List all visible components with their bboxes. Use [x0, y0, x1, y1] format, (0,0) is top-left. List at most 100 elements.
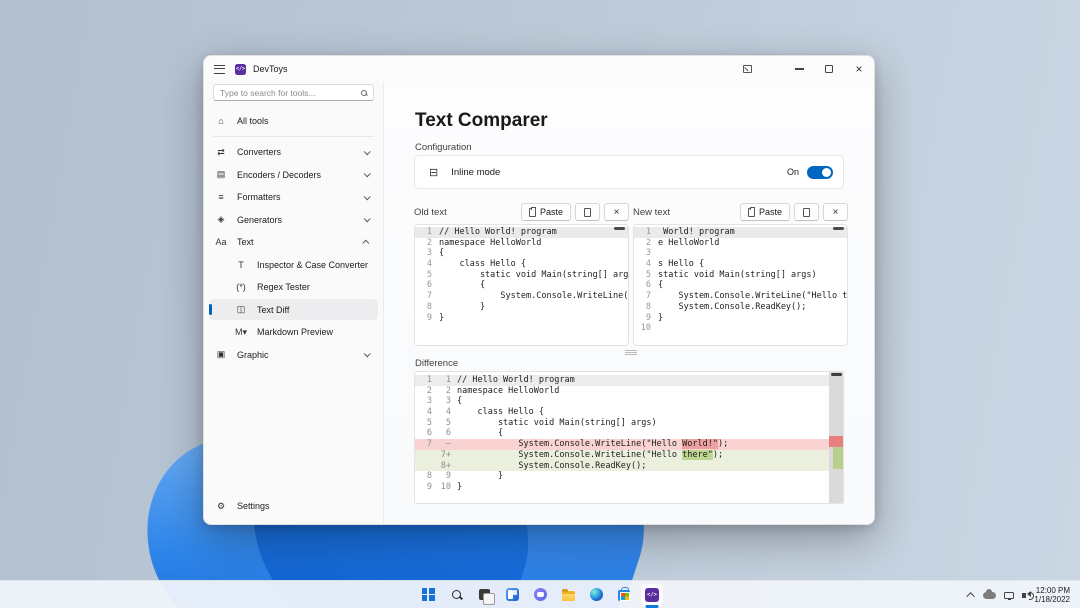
overview-ruler[interactable] — [829, 372, 843, 503]
sidebar-item-settings[interactable]: ⚙ Settings — [209, 496, 378, 517]
generators-icon: ◈ — [215, 214, 227, 225]
sidebar-item-markdown-preview[interactable]: M▾ Markdown Preview — [209, 322, 378, 343]
onedrive-icon[interactable] — [983, 592, 996, 599]
minimize-button[interactable] — [784, 56, 814, 82]
diff-row: 22namespace HelloWorld — [415, 386, 843, 397]
network-icon[interactable] — [1004, 592, 1014, 599]
sidebar-item-inspector-case-converter[interactable]: T Inspector & Case Converter — [209, 254, 378, 275]
sidebar-item-text-diff[interactable]: ◫ Text Diff — [209, 299, 378, 320]
toggle-state-label: On — [787, 167, 799, 177]
added-marker — [833, 447, 843, 469]
sidebar-item-formatters[interactable]: ≡ Formatters — [209, 187, 378, 208]
file-icon — [584, 208, 591, 217]
search-input[interactable] — [220, 88, 361, 98]
old-text-label: Old text — [414, 207, 447, 218]
sidebar-item-text[interactable]: Aa Text — [209, 232, 378, 253]
diff-row: 11// Hello World! program — [415, 375, 843, 386]
devtoys-icon: </> — [645, 588, 659, 602]
clock-date: 1/18/2022 — [1034, 595, 1070, 605]
tray-overflow-chevron-icon[interactable] — [967, 592, 975, 600]
file-explorer-button[interactable] — [556, 583, 580, 607]
sidebar-divider — [213, 136, 374, 137]
inline-mode-setting: ⊟ Inline mode On — [414, 155, 844, 189]
diff-row: 55 static void Main(string[] args) — [415, 418, 843, 429]
chat-button[interactable] — [528, 583, 552, 607]
inline-mode-icon: ⊟ — [429, 166, 438, 179]
volume-icon[interactable] — [1022, 593, 1026, 598]
search-box[interactable] — [213, 84, 374, 101]
main-content: Text Comparer Configuration ⊟ Inline mod… — [384, 82, 874, 524]
store-button[interactable] — [612, 583, 636, 607]
sidebar-item-generators[interactable]: ◈ Generators — [209, 209, 378, 230]
regex-icon: (*) — [235, 282, 247, 292]
windows-logo-icon — [422, 588, 435, 601]
chevron-down-icon — [364, 193, 371, 200]
paste-icon — [529, 208, 536, 217]
store-icon — [618, 590, 630, 601]
old-paste-button[interactable]: Paste — [521, 203, 571, 221]
diff-row: 66 { — [415, 428, 843, 439]
graphic-icon: ▣ — [215, 349, 227, 360]
selection-indicator — [209, 304, 212, 315]
close-icon: × — [855, 63, 862, 75]
old-text-editor[interactable]: 1// Hello World! program 2namespace Hell… — [414, 224, 629, 346]
task-view-icon — [479, 589, 490, 600]
devtoys-taskbar-button[interactable]: </> — [640, 583, 664, 607]
taskbar-search-button[interactable] — [444, 583, 468, 607]
diff-row-added: 8+ System.Console.ReadKey(); — [415, 461, 843, 472]
chevron-down-icon — [364, 350, 371, 357]
chevron-down-icon — [364, 148, 371, 155]
clear-icon: × — [833, 207, 839, 218]
diff-row: 33{ — [415, 396, 843, 407]
close-button[interactable]: × — [844, 56, 874, 82]
titlebar[interactable]: </> DevToys × — [204, 56, 874, 82]
text-diff-icon: ◫ — [235, 304, 247, 315]
new-open-file-button[interactable] — [794, 203, 819, 221]
gear-icon: ⚙ — [215, 501, 227, 512]
page-title: Text Comparer — [415, 110, 548, 132]
old-clear-button[interactable]: × — [604, 203, 629, 221]
edge-button[interactable] — [584, 583, 608, 607]
desktop: </> DevToys × ⌂ All tools — [0, 0, 1080, 608]
scrollbar-thumb[interactable] — [833, 227, 844, 230]
sidebar-item-all-tools[interactable]: ⌂ All tools — [209, 110, 378, 131]
difference-viewer[interactable]: 11// Hello World! program 22namespace He… — [414, 371, 844, 504]
widgets-icon — [506, 588, 519, 601]
text-category-icon: Aa — [215, 237, 227, 247]
new-paste-button[interactable]: Paste — [740, 203, 790, 221]
chevron-up-icon — [362, 239, 369, 246]
converters-icon: ⇄ — [215, 147, 227, 158]
diff-row: 89 } — [415, 471, 843, 482]
inline-mode-toggle[interactable] — [807, 166, 833, 179]
active-app-indicator — [646, 605, 659, 608]
minimize-icon — [795, 68, 804, 69]
devtoys-logo-icon: </> — [235, 64, 246, 75]
hamburger-menu-icon[interactable] — [214, 65, 225, 74]
task-view-button[interactable] — [472, 583, 496, 607]
encoders-icon: ▤ — [215, 169, 227, 180]
new-text-label: New text — [633, 207, 670, 218]
paste-icon — [748, 208, 755, 217]
sidebar-item-graphic[interactable]: ▣ Graphic — [209, 344, 378, 365]
sidebar-item-encoders-decoders[interactable]: ▤ Encoders / Decoders — [209, 164, 378, 185]
sidebar-item-converters[interactable]: ⇄ Converters — [209, 142, 378, 163]
start-button[interactable] — [416, 583, 440, 607]
inspector-icon: T — [235, 260, 247, 270]
formatters-icon: ≡ — [215, 192, 227, 202]
widgets-button[interactable] — [500, 583, 524, 607]
scrollbar-thumb[interactable] — [831, 373, 842, 376]
taskbar-clock[interactable]: 12:00 PM 1/18/2022 — [1034, 586, 1074, 605]
home-icon: ⌂ — [215, 116, 227, 126]
sidebar-item-regex-tester[interactable]: (*) Regex Tester — [209, 277, 378, 298]
splitter-grip[interactable] — [625, 350, 637, 355]
new-text-editor[interactable]: 1 World! program 2e HelloWorld 3 4s Hell… — [633, 224, 848, 346]
old-open-file-button[interactable] — [575, 203, 600, 221]
maximize-button[interactable] — [814, 56, 844, 82]
diff-row: 44 class Hello { — [415, 407, 843, 418]
compact-overlay-button[interactable] — [732, 56, 762, 82]
configuration-label: Configuration — [415, 142, 472, 153]
chevron-down-icon — [364, 215, 371, 222]
markdown-icon: M▾ — [235, 327, 247, 338]
scrollbar-thumb[interactable] — [614, 227, 625, 230]
new-clear-button[interactable]: × — [823, 203, 848, 221]
